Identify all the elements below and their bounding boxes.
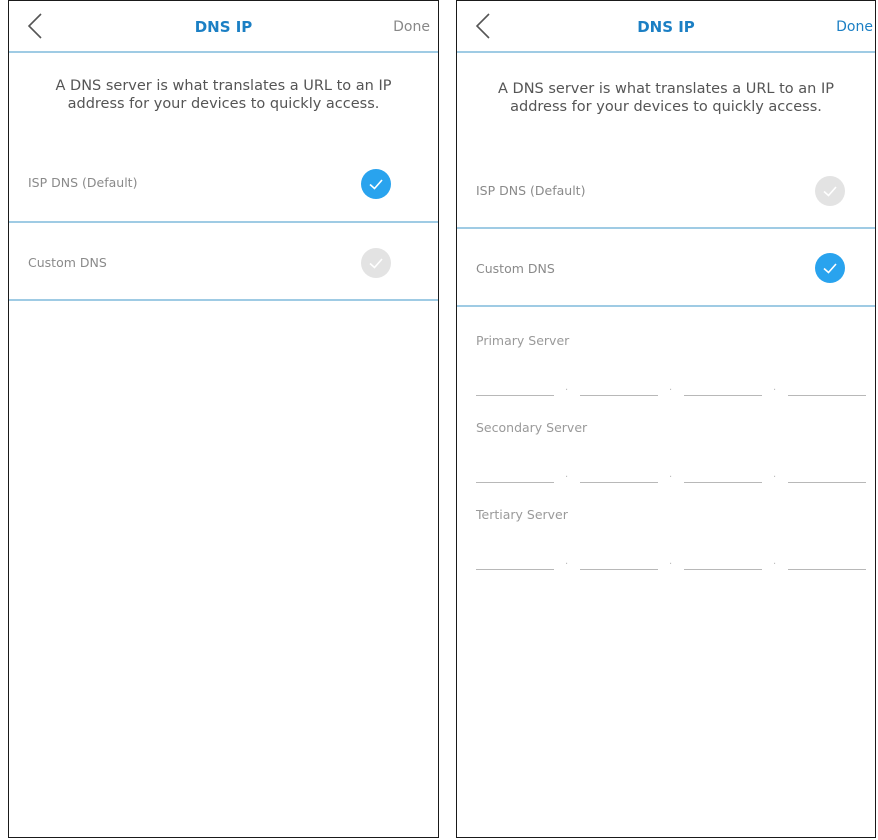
option-label: Custom DNS xyxy=(28,255,107,270)
check-icon[interactable] xyxy=(361,169,391,199)
nav-bar: DNS IP Done xyxy=(9,1,438,53)
check-icon[interactable] xyxy=(815,176,845,206)
option-label: ISP DNS (Default) xyxy=(476,183,586,198)
ip-octet-input[interactable] xyxy=(684,555,762,570)
option-label: Custom DNS xyxy=(476,261,555,276)
page-title: DNS IP xyxy=(637,18,695,36)
ip-octet-input[interactable] xyxy=(476,555,554,570)
done-button[interactable]: Done xyxy=(393,19,430,35)
done-button[interactable]: Done xyxy=(836,19,873,35)
ip-separator: · xyxy=(669,559,673,570)
ip-octets: · · · xyxy=(476,555,868,571)
description-text: A DNS server is what translates a URL to… xyxy=(55,78,392,112)
ip-separator: · xyxy=(773,559,777,570)
server-label: Tertiary Server xyxy=(476,507,568,522)
nav-bar: DNS IP Done xyxy=(457,1,875,53)
ip-octet-input[interactable] xyxy=(788,555,866,570)
secondary-server: Secondary Server · · · xyxy=(457,394,875,483)
divider xyxy=(9,299,438,301)
check-icon[interactable] xyxy=(815,253,845,283)
option-custom-dns[interactable]: Custom DNS xyxy=(9,223,438,299)
check-icon[interactable] xyxy=(361,248,391,278)
option-isp-dns[interactable]: ISP DNS (Default) xyxy=(9,139,438,221)
primary-server: Primary Server · · · xyxy=(457,307,875,396)
option-label: ISP DNS (Default) xyxy=(28,175,138,190)
dns-ip-screen-isp: DNS IP Done A DNS server is what transla… xyxy=(8,0,439,838)
description-text: A DNS server is what translates a URL to… xyxy=(498,81,834,115)
server-label: Secondary Server xyxy=(476,420,588,435)
page-title: DNS IP xyxy=(194,18,253,36)
option-custom-dns[interactable]: Custom DNS xyxy=(457,229,875,305)
tertiary-server: Tertiary Server · · · xyxy=(457,481,875,571)
option-isp-dns[interactable]: ISP DNS (Default) xyxy=(457,144,875,227)
server-label: Primary Server xyxy=(476,333,570,348)
ip-octet-input[interactable] xyxy=(580,555,658,570)
dns-ip-screen-custom: DNS IP Done A DNS server is what transla… xyxy=(456,0,876,838)
ip-separator: · xyxy=(565,559,569,570)
